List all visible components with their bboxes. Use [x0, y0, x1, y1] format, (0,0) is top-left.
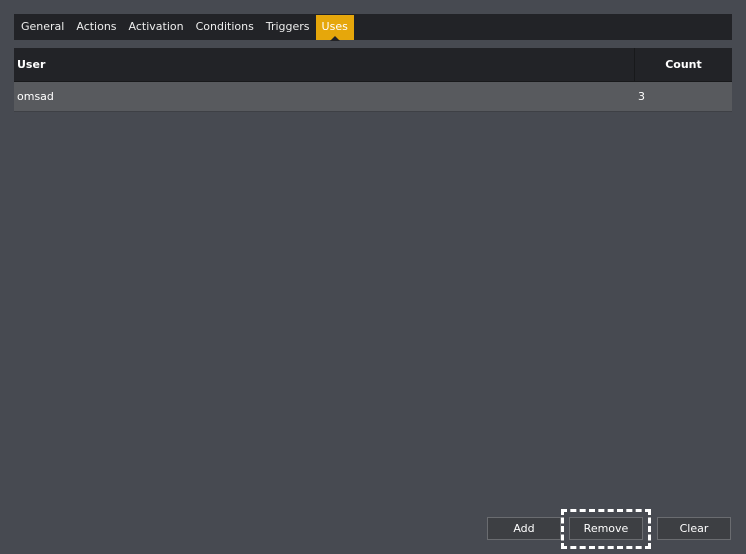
- tab-bar: General Actions Activation Conditions Tr…: [14, 14, 732, 41]
- cell-user: omsad: [17, 90, 54, 103]
- table-header: User Count: [14, 48, 732, 82]
- clear-button[interactable]: Clear: [657, 517, 731, 540]
- tab-conditions[interactable]: Conditions: [190, 15, 260, 40]
- cell-count: 3: [638, 90, 645, 103]
- uses-table: User Count omsad 3: [14, 48, 732, 112]
- tab-general[interactable]: General: [15, 15, 70, 40]
- tab-triggers[interactable]: Triggers: [260, 15, 316, 40]
- column-header-user[interactable]: User: [14, 48, 635, 81]
- tab-actions[interactable]: Actions: [70, 15, 122, 40]
- tab-uses[interactable]: Uses: [315, 15, 354, 41]
- tab-activation[interactable]: Activation: [123, 15, 190, 40]
- add-button[interactable]: Add: [487, 517, 561, 540]
- remove-button[interactable]: Remove: [569, 517, 643, 540]
- column-header-count[interactable]: Count: [635, 48, 732, 81]
- table-row[interactable]: omsad 3: [14, 82, 732, 112]
